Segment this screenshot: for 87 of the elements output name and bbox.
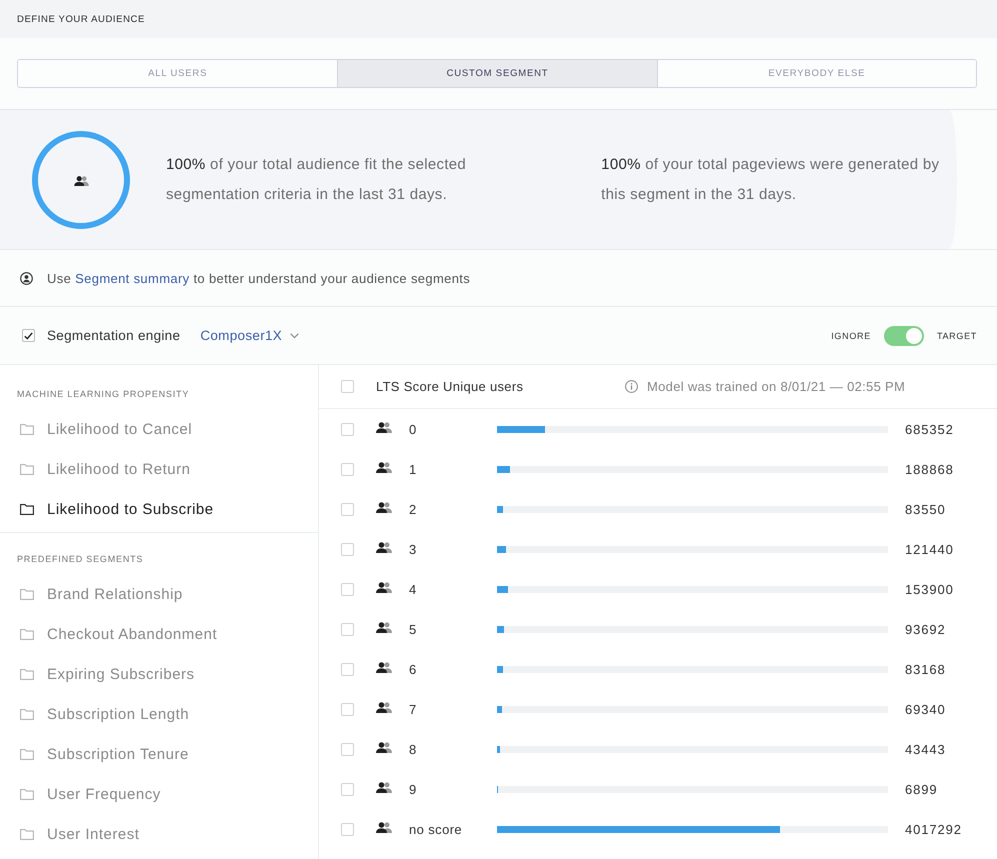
folder-icon	[20, 628, 34, 640]
user-count: 93692	[905, 622, 946, 636]
row-checkbox[interactable]	[341, 582, 354, 596]
people-icon	[376, 662, 392, 673]
people-icon	[376, 422, 392, 433]
people-icon	[376, 502, 392, 513]
engine-label: Segmentation engine	[47, 328, 180, 343]
score-label: 4	[409, 582, 418, 596]
row-checkbox[interactable]	[341, 502, 354, 516]
people-icon	[376, 462, 392, 473]
folder-icon	[20, 788, 34, 800]
people-icon	[376, 742, 392, 753]
sidebar-item[interactable]: Likelihood to Cancel	[0, 409, 318, 449]
user-count: 43443	[905, 742, 946, 756]
score-label: no score	[409, 822, 464, 836]
score-label: 8	[409, 742, 418, 756]
score-label: 5	[409, 622, 418, 636]
target-toggle[interactable]	[884, 326, 924, 346]
folder-icon	[20, 748, 34, 760]
row-checkbox[interactable]	[341, 702, 354, 716]
toggle-label: TARGET	[936, 330, 977, 340]
folder-icon	[20, 424, 34, 434]
toggle-label: IGNORE	[831, 330, 871, 340]
score-label: 0	[409, 422, 418, 436]
caret-icon	[290, 332, 300, 338]
people-icon	[376, 622, 392, 633]
score-label: 6	[409, 662, 418, 676]
row-checkbox[interactable]	[341, 782, 354, 796]
folder-icon	[20, 464, 34, 474]
folder-icon	[20, 588, 34, 600]
people-icon	[376, 822, 392, 833]
people-icon	[74, 176, 89, 186]
row-checkbox[interactable]	[341, 622, 354, 636]
column-header: LTS Score Unique users	[376, 379, 524, 394]
sidebar-item[interactable]: Likelihood to Subscribe	[0, 489, 318, 529]
user-count: 188868	[905, 462, 954, 476]
engine-checkbox[interactable]	[22, 329, 35, 342]
segment-summary-link[interactable]: Segment summary	[75, 270, 190, 286]
sidebar-section-title: MACHINE LEARNING PROPENSITY	[17, 388, 190, 401]
folder-icon	[20, 828, 34, 840]
folder-icon	[20, 708, 34, 720]
sidebar-item[interactable]: Subscription Tenure	[0, 734, 318, 774]
select-all-checkbox[interactable]	[341, 380, 354, 393]
sidebar-item[interactable]: User Frequency	[0, 774, 318, 814]
audience-tab[interactable]: EVERYBODY ELSE	[656, 60, 976, 87]
model-trained-note: Model was trained on 8/01/21 — 02:55 PM	[647, 379, 906, 394]
user-circle-icon	[20, 272, 33, 284]
user-count: 83550	[905, 502, 946, 516]
sidebar-item[interactable]: Likelihood to Return	[0, 449, 318, 489]
sidebar-item[interactable]: Expiring Subscribers	[0, 654, 318, 694]
summary-stat: 100% of your total pageviews were generated by this segment in the 31 days.	[601, 154, 940, 204]
section-title: DEFINE YOUR AUDIENCE	[17, 14, 145, 24]
summary-stat: 100% of your total audience fit the selected segmentation criteria in the last 31 days.	[166, 154, 468, 204]
sidebar-item[interactable]: User Interest	[0, 814, 318, 854]
people-icon	[376, 582, 392, 593]
row-checkbox[interactable]	[341, 662, 354, 676]
user-count: 83168	[905, 662, 946, 676]
row-checkbox[interactable]	[341, 422, 354, 436]
folder-icon	[20, 504, 34, 514]
score-label: 9	[409, 782, 418, 796]
row-checkbox[interactable]	[341, 462, 354, 476]
row-checkbox[interactable]	[341, 822, 354, 836]
score-label: 7	[409, 702, 418, 716]
user-count: 6899	[905, 782, 938, 796]
user-count: 69340	[905, 702, 946, 716]
user-count: 685352	[905, 422, 954, 436]
score-label: 3	[409, 542, 418, 556]
sidebar-section-title: PREDEFINED SEGMENTS	[17, 553, 144, 566]
people-icon	[376, 782, 392, 793]
people-icon	[376, 542, 392, 553]
user-count: 121440	[905, 542, 954, 556]
score-label: 2	[409, 502, 418, 516]
sidebar-item[interactable]: Brand Relationship	[0, 574, 318, 614]
row-checkbox[interactable]	[341, 542, 354, 556]
info-icon	[625, 380, 638, 393]
audience-tab[interactable]: CUSTOM SEGMENT	[337, 60, 657, 87]
sidebar-item[interactable]: Subscription Length	[0, 694, 318, 734]
sidebar-item[interactable]: Checkout Abandonment	[0, 614, 318, 654]
row-checkbox[interactable]	[341, 742, 354, 756]
folder-icon	[20, 668, 34, 680]
check-icon	[24, 332, 33, 340]
model-dropdown[interactable]: Composer1X	[200, 328, 300, 343]
info-text: Use Segment summary to better understand your audience segments	[47, 270, 470, 286]
user-count: 153900	[905, 582, 954, 596]
user-count: 4017292	[905, 822, 962, 836]
people-icon	[376, 702, 392, 713]
score-label: 1	[409, 462, 418, 476]
